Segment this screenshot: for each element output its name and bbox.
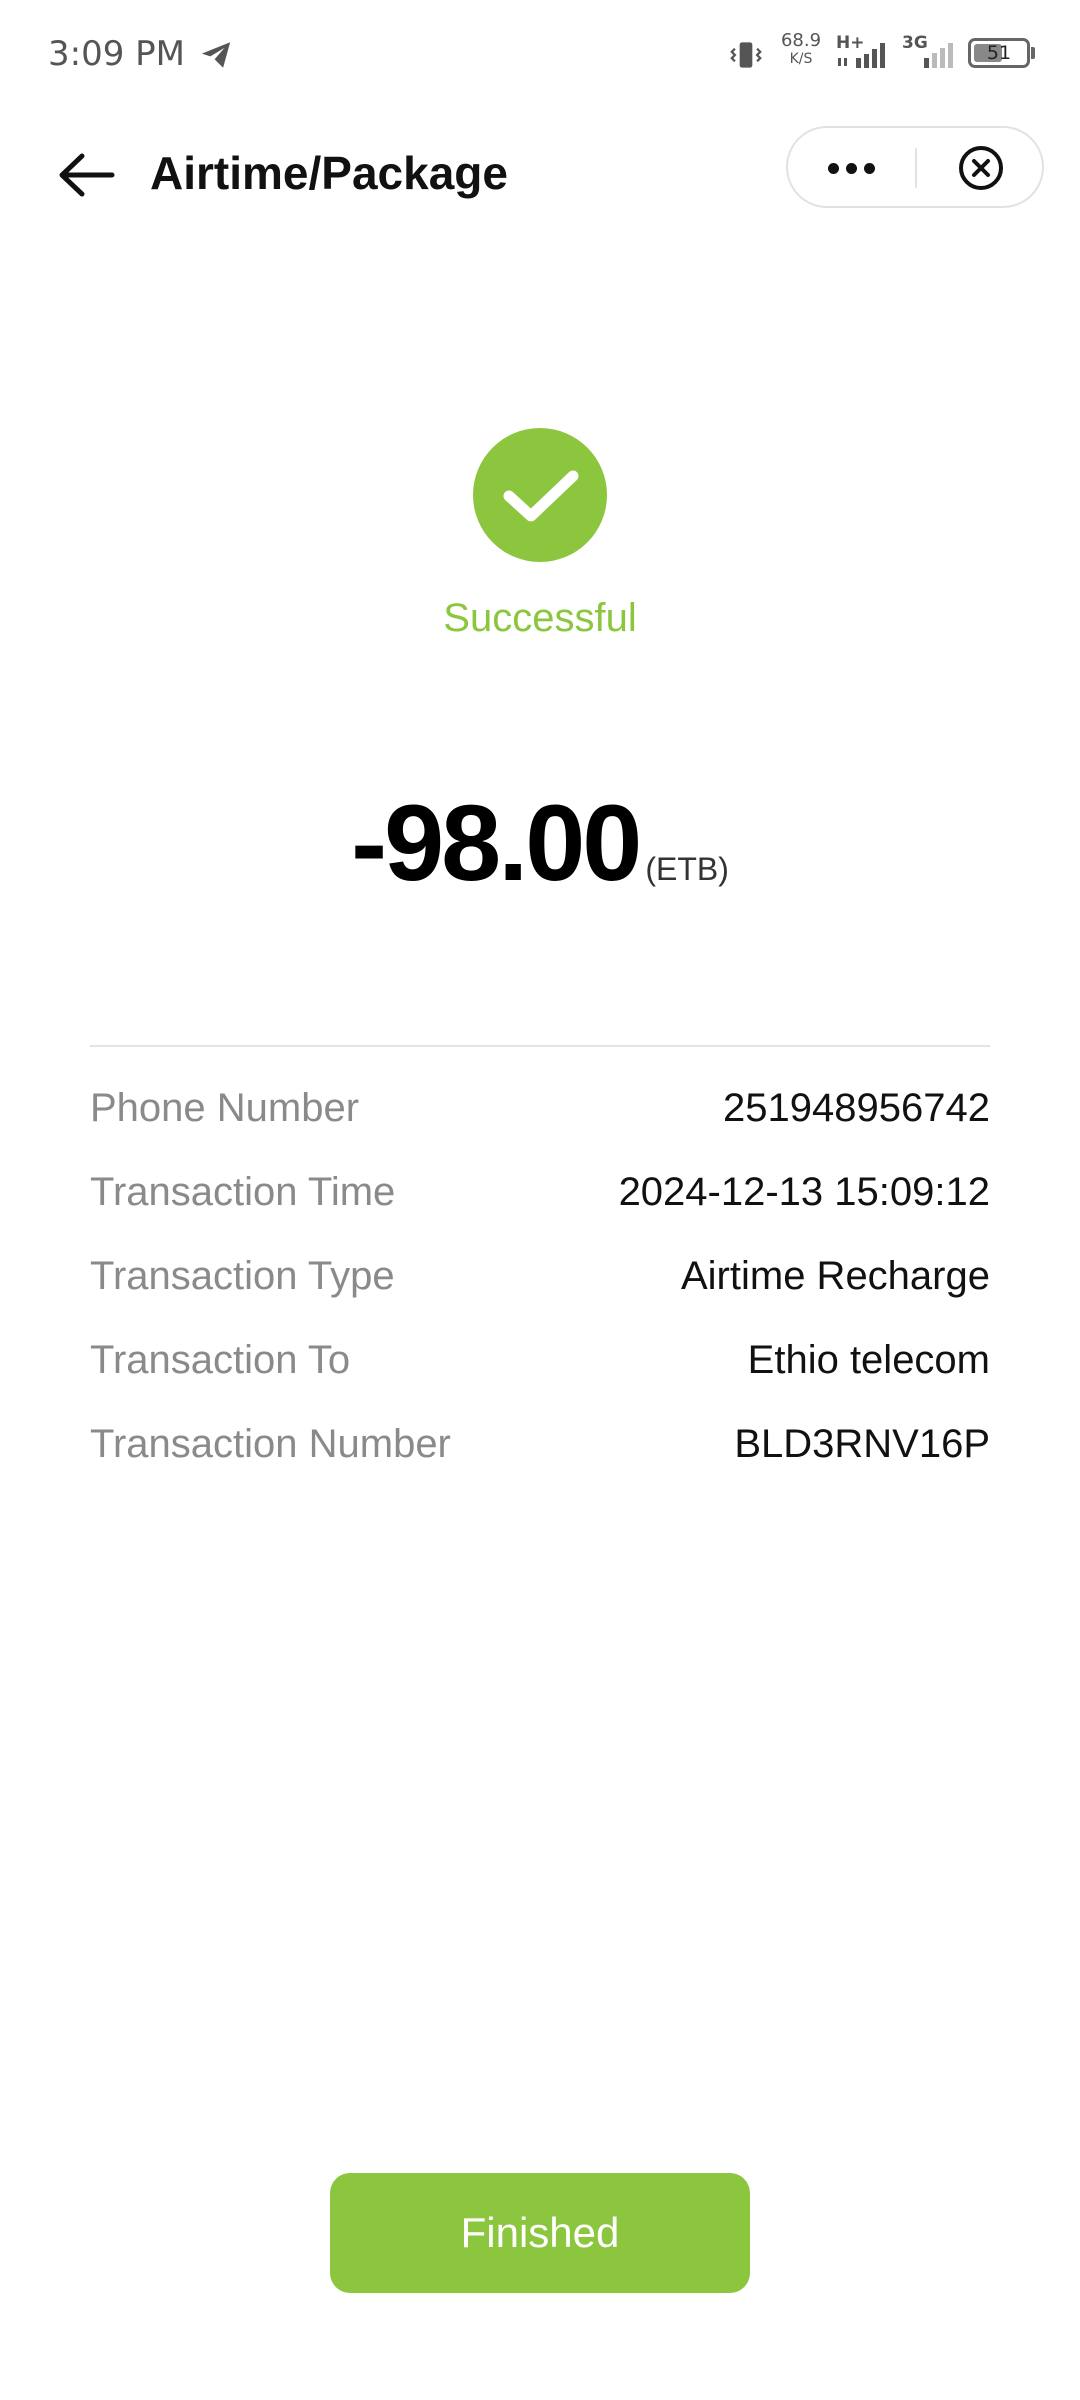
detail-value: 2024-12-13 15:09:12 [618,1170,990,1214]
battery-icon: 51 [968,38,1030,68]
detail-row-transaction-time: Transaction Time 2024-12-13 15:09:12 [90,1170,990,1254]
amount-value: -98.00 [351,782,642,903]
detail-label: Phone Number [90,1086,360,1130]
detail-row-transaction-number: Transaction Number BLD3RNV16P [90,1422,990,1506]
detail-label: Transaction Number [90,1422,451,1466]
more-options-button[interactable] [788,128,915,206]
detail-value: 251948956742 [723,1086,990,1130]
network-speed: 68.9 K/S [778,30,824,67]
detail-label: Transaction To [90,1338,351,1382]
signal-icon-secondary [924,43,953,68]
network-speed-unit: K/S [789,51,813,67]
status-time: 3:09 PM [48,34,185,74]
status-text: Successful [443,596,637,640]
page-title: Airtime/Package [150,147,508,199]
finished-button[interactable]: Finished [330,2173,750,2293]
check-circle-icon [473,428,607,562]
mini-program-capsule [786,126,1044,208]
amount: -98.00 (ETB) [0,780,1080,905]
status-bar: 3:09 PM 68.9 K/S H+ 3G 51 [0,0,1080,110]
signal-icon [838,43,885,68]
divider [90,1045,990,1047]
network-speed-value: 68.9 [780,30,822,51]
transaction-details: Phone Number 251948956742 Transaction Ti… [90,1086,990,1506]
detail-label: Transaction Time [90,1170,396,1214]
detail-value: Airtime Recharge [680,1254,990,1298]
battery-level: 51 [986,42,1012,64]
detail-value: Ethio telecom [747,1338,990,1382]
close-button[interactable] [917,128,1042,206]
back-arrow-icon[interactable] [50,140,120,210]
vibrate-icon [730,42,762,68]
detail-row-transaction-type: Transaction Type Airtime Recharge [90,1254,990,1338]
telegram-icon [201,42,231,68]
detail-row-phone-number: Phone Number 251948956742 [90,1086,990,1170]
close-circle-icon [959,146,1003,190]
detail-label: Transaction Type [90,1254,395,1298]
detail-value: BLD3RNV16P [734,1422,990,1466]
amount-currency: (ETB) [645,851,729,887]
battery-tip [1031,47,1035,59]
detail-row-transaction-to: Transaction To Ethio telecom [90,1338,990,1422]
